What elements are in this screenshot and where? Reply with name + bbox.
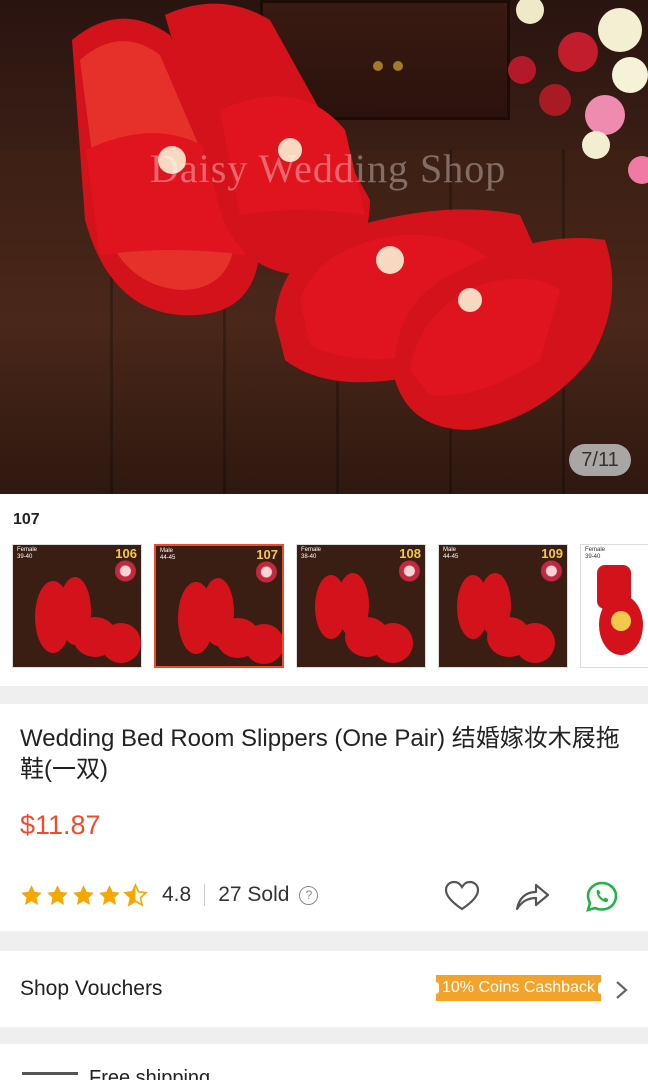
divider <box>204 884 206 906</box>
variant-thumbnail[interactable]: Female 39-40 106 <box>12 544 142 668</box>
variant-size-tag: Female 39-40 <box>585 547 606 560</box>
variant-number: 107 <box>256 547 278 562</box>
star-icon <box>21 884 42 905</box>
thumb-flowers <box>115 555 141 595</box>
chevron-right-icon[interactable] <box>613 979 631 1001</box>
variant-size-tag: Female 39-40 <box>17 547 38 560</box>
variant-thumbnail[interactable]: Female 39-40 <box>580 544 648 668</box>
variant-selector: 107 Female 39-40 106 Male 44-45 107 Fema… <box>0 494 648 686</box>
rating-value: 4.8 <box>162 883 192 906</box>
variant-size-tag: Female 38-40 <box>301 547 322 560</box>
variant-thumbnail[interactable]: Female 38-40 108 <box>296 544 426 668</box>
shipping-row[interactable]: Free shipping <box>0 1044 648 1080</box>
selected-variant-label: 107 <box>13 511 40 528</box>
thumb-flowers <box>399 555 425 595</box>
star-half-icon <box>123 882 148 907</box>
shop-vouchers-row[interactable]: Shop Vouchers 10% Coins Cashback <box>0 951 648 1027</box>
star-icon <box>73 884 94 905</box>
product-image[interactable]: Daisy Wedding Shop 7/11 <box>0 0 648 494</box>
slipper-right-front <box>275 209 613 430</box>
truck-icon <box>22 1072 78 1080</box>
rating-row: 4.8 27 Sold ? <box>19 880 319 910</box>
image-counter: 7/11 <box>569 444 631 476</box>
variant-size-tag: Male 44-45 <box>443 547 459 560</box>
product-info: Wedding Bed Room Slippers (One Pair) 结婚嫁… <box>0 704 648 931</box>
help-icon[interactable]: ? <box>299 885 319 905</box>
sold-count: 27 Sold <box>218 883 290 906</box>
shop-vouchers-label: Shop Vouchers <box>20 977 163 1000</box>
variant-thumbnail-selected[interactable]: Male 44-45 107 <box>154 544 284 668</box>
variant-thumbnails: Female 39-40 106 Male 44-45 107 Female 3… <box>12 544 648 668</box>
star-icon <box>99 884 120 905</box>
action-buttons <box>444 880 620 912</box>
thumb-flowers <box>256 556 282 596</box>
slippers-illustration <box>72 0 648 430</box>
shop-watermark: Daisy Wedding Shop <box>150 146 507 191</box>
share-icon[interactable] <box>514 880 550 912</box>
rating-stars <box>19 882 148 908</box>
shipping-label: Free shipping <box>89 1067 211 1080</box>
star-icon <box>47 884 68 905</box>
product-title: Wedding Bed Room Slippers (One Pair) 结婚嫁… <box>20 725 620 783</box>
whatsapp-icon[interactable] <box>584 880 620 912</box>
variant-thumbnail[interactable]: Male 44-45 109 <box>438 544 568 668</box>
thumb-flowers <box>541 555 567 595</box>
variant-number: 109 <box>541 546 563 561</box>
variant-number: 108 <box>399 546 421 561</box>
heart-icon[interactable] <box>444 880 480 912</box>
cashback-badge: 10% Coins Cashback <box>433 975 604 1001</box>
flowers <box>508 0 648 184</box>
variant-number: 106 <box>115 546 137 561</box>
variant-size-tag: Male 44-45 <box>160 548 176 561</box>
product-price: $11.87 <box>20 810 101 840</box>
thumb-slippers <box>597 565 643 655</box>
